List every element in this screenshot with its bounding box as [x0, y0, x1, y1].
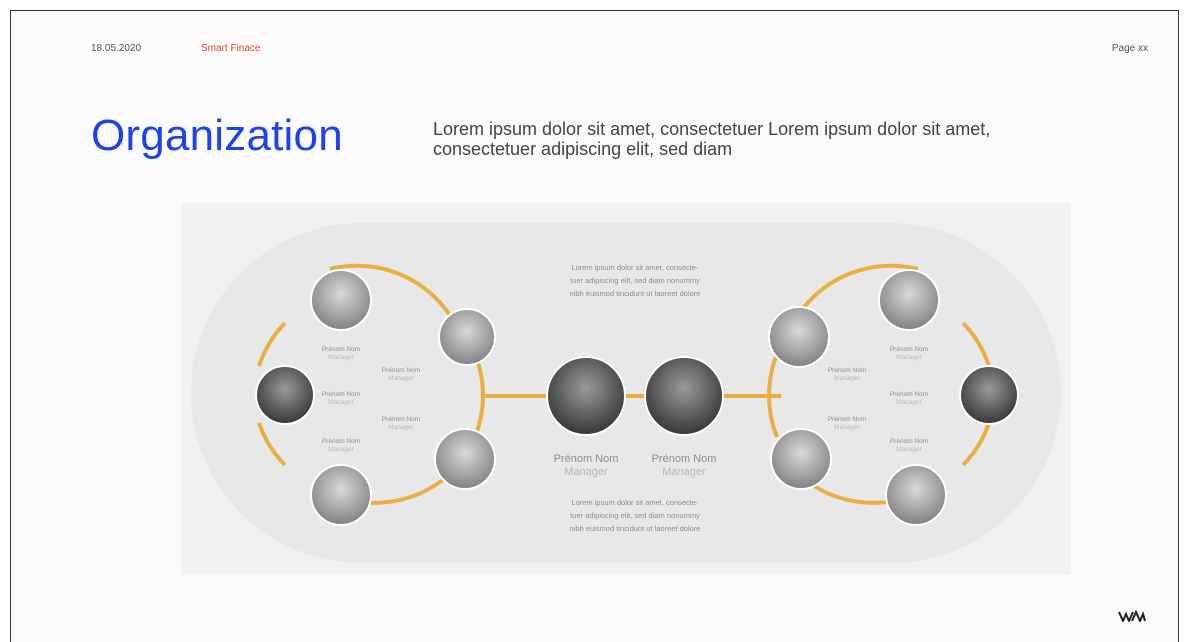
right-person-name: Prénom Nom [890, 391, 928, 398]
left-person-role: Manager [328, 354, 354, 361]
page-title: Organization [91, 111, 343, 160]
avatar [878, 269, 940, 331]
center-person-name: Prénom Nom [554, 453, 619, 465]
right-person-role: Manager [834, 375, 860, 382]
avatar [644, 356, 724, 436]
avatar [885, 464, 947, 526]
avatar [959, 365, 1019, 425]
right-person-role: Manager [896, 446, 922, 453]
avatar [434, 428, 496, 490]
right-person-name: Prénom Nom [828, 416, 866, 423]
avatar [768, 306, 830, 368]
avatar [546, 356, 626, 436]
left-person-role: Manager [388, 424, 414, 431]
center-person-name: Prénom Nom [652, 453, 717, 465]
left-person-name: Prénom Nom [322, 391, 360, 398]
center-person-role: Manager [564, 466, 608, 478]
top-description-line: Lorem ipsum dolor sit amet, consecte- [571, 263, 699, 272]
avatar [438, 308, 496, 366]
left-person-role: Manager [328, 446, 354, 453]
center-person-role: Manager [662, 466, 706, 478]
left-person-name: Prénom Nom [322, 438, 360, 445]
header-brand: Smart Finace [201, 43, 261, 54]
right-person-name: Prénom Nom [828, 367, 866, 374]
right-person-role: Manager [896, 354, 922, 361]
org-chart-svg: Lorem ipsum dolor sit amet, consecte- tu… [191, 223, 1061, 563]
org-diagram: Lorem ipsum dolor sit amet, consecte- tu… [181, 203, 1071, 575]
logo-mark-icon [1118, 610, 1146, 622]
brand-logo [1118, 610, 1146, 622]
slide: 18.05.2020 Smart Finace Page xx Organiza… [10, 10, 1179, 642]
top-description-line: nibh euismod tincidunt ut laoreet dolore [570, 289, 701, 298]
left-person-role: Manager [388, 375, 414, 382]
header-page-number: Page xx [1111, 43, 1148, 54]
bottom-description-line: nibh euismod tincidunt ut laoreet dolore [570, 524, 701, 533]
left-person-name: Prénom Nom [382, 416, 420, 423]
right-person-role: Manager [896, 399, 922, 406]
right-person-role: Manager [834, 424, 860, 431]
page-subtitle: Lorem ipsum dolor sit amet, consectetuer… [433, 119, 991, 159]
avatar [310, 269, 372, 331]
bottom-description-line: Lorem ipsum dolor sit amet, consecte- [571, 498, 699, 507]
avatar [770, 428, 832, 490]
header-date: 18.05.2020 [91, 43, 142, 54]
right-person-name: Prénom Nom [890, 438, 928, 445]
bottom-description-line: tuer adipiscing elit, sed diam nonummy [570, 511, 700, 520]
left-person-name: Prénom Nom [322, 346, 360, 353]
top-description-line: tuer adipiscing elit, sed diam nonummy [570, 276, 700, 285]
left-person-name: Prénom Nom [382, 367, 420, 374]
right-person-name: Prénom Nom [890, 346, 928, 353]
avatar [310, 464, 372, 526]
avatar [255, 365, 315, 425]
left-person-role: Manager [328, 399, 354, 406]
